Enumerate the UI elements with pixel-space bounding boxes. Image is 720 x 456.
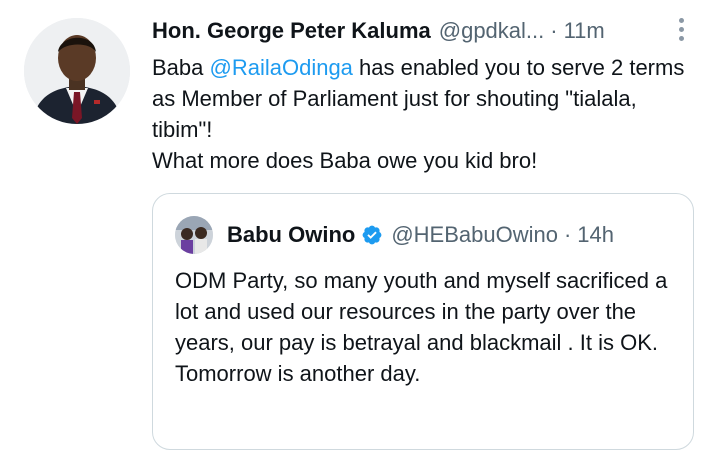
- quoted-author-name[interactable]: Babu Owino: [227, 222, 355, 248]
- tweet[interactable]: Hon. George Peter Kaluma @gpdkal... · 11…: [0, 0, 720, 456]
- separator-dot: ·: [550, 18, 558, 43]
- author-avatar-image: [24, 18, 130, 124]
- quoted-tweet[interactable]: Babu Owino @HEBabuOwino · 14h ODM Party,…: [152, 193, 694, 450]
- quoted-separator-dot: ·: [563, 222, 572, 247]
- mention-link[interactable]: @RailaOdinga: [210, 55, 353, 80]
- more-vertical-icon[interactable]: [672, 14, 690, 44]
- author-handle[interactable]: @gpdkal...: [439, 18, 545, 44]
- quoted-author-avatar[interactable]: [175, 216, 213, 254]
- quoted-tweet-timestamp[interactable]: 14h: [577, 222, 614, 248]
- tweet-text: Baba @RailaOdinga has enabled you to ser…: [152, 52, 700, 176]
- tweet-timestamp[interactable]: 11m: [564, 18, 605, 44]
- quoted-tweet-text: ODM Party, so many youth and myself sacr…: [175, 268, 668, 386]
- quoted-author-avatar-image: [175, 216, 213, 254]
- verified-badge-icon: [362, 225, 382, 245]
- tweet-text-start: Baba: [152, 55, 210, 80]
- tweet-header: Hon. George Peter Kaluma @gpdkal... · 11…: [152, 14, 672, 48]
- author-name[interactable]: Hon. George Peter Kaluma: [152, 18, 431, 44]
- quoted-tweet-header: Babu Owino @HEBabuOwino · 14h: [227, 216, 614, 254]
- tweet-text-line2: What more does Baba owe you kid bro!: [152, 148, 538, 173]
- author-avatar[interactable]: [24, 18, 130, 124]
- quoted-author-handle[interactable]: @HEBabuOwino: [391, 222, 558, 248]
